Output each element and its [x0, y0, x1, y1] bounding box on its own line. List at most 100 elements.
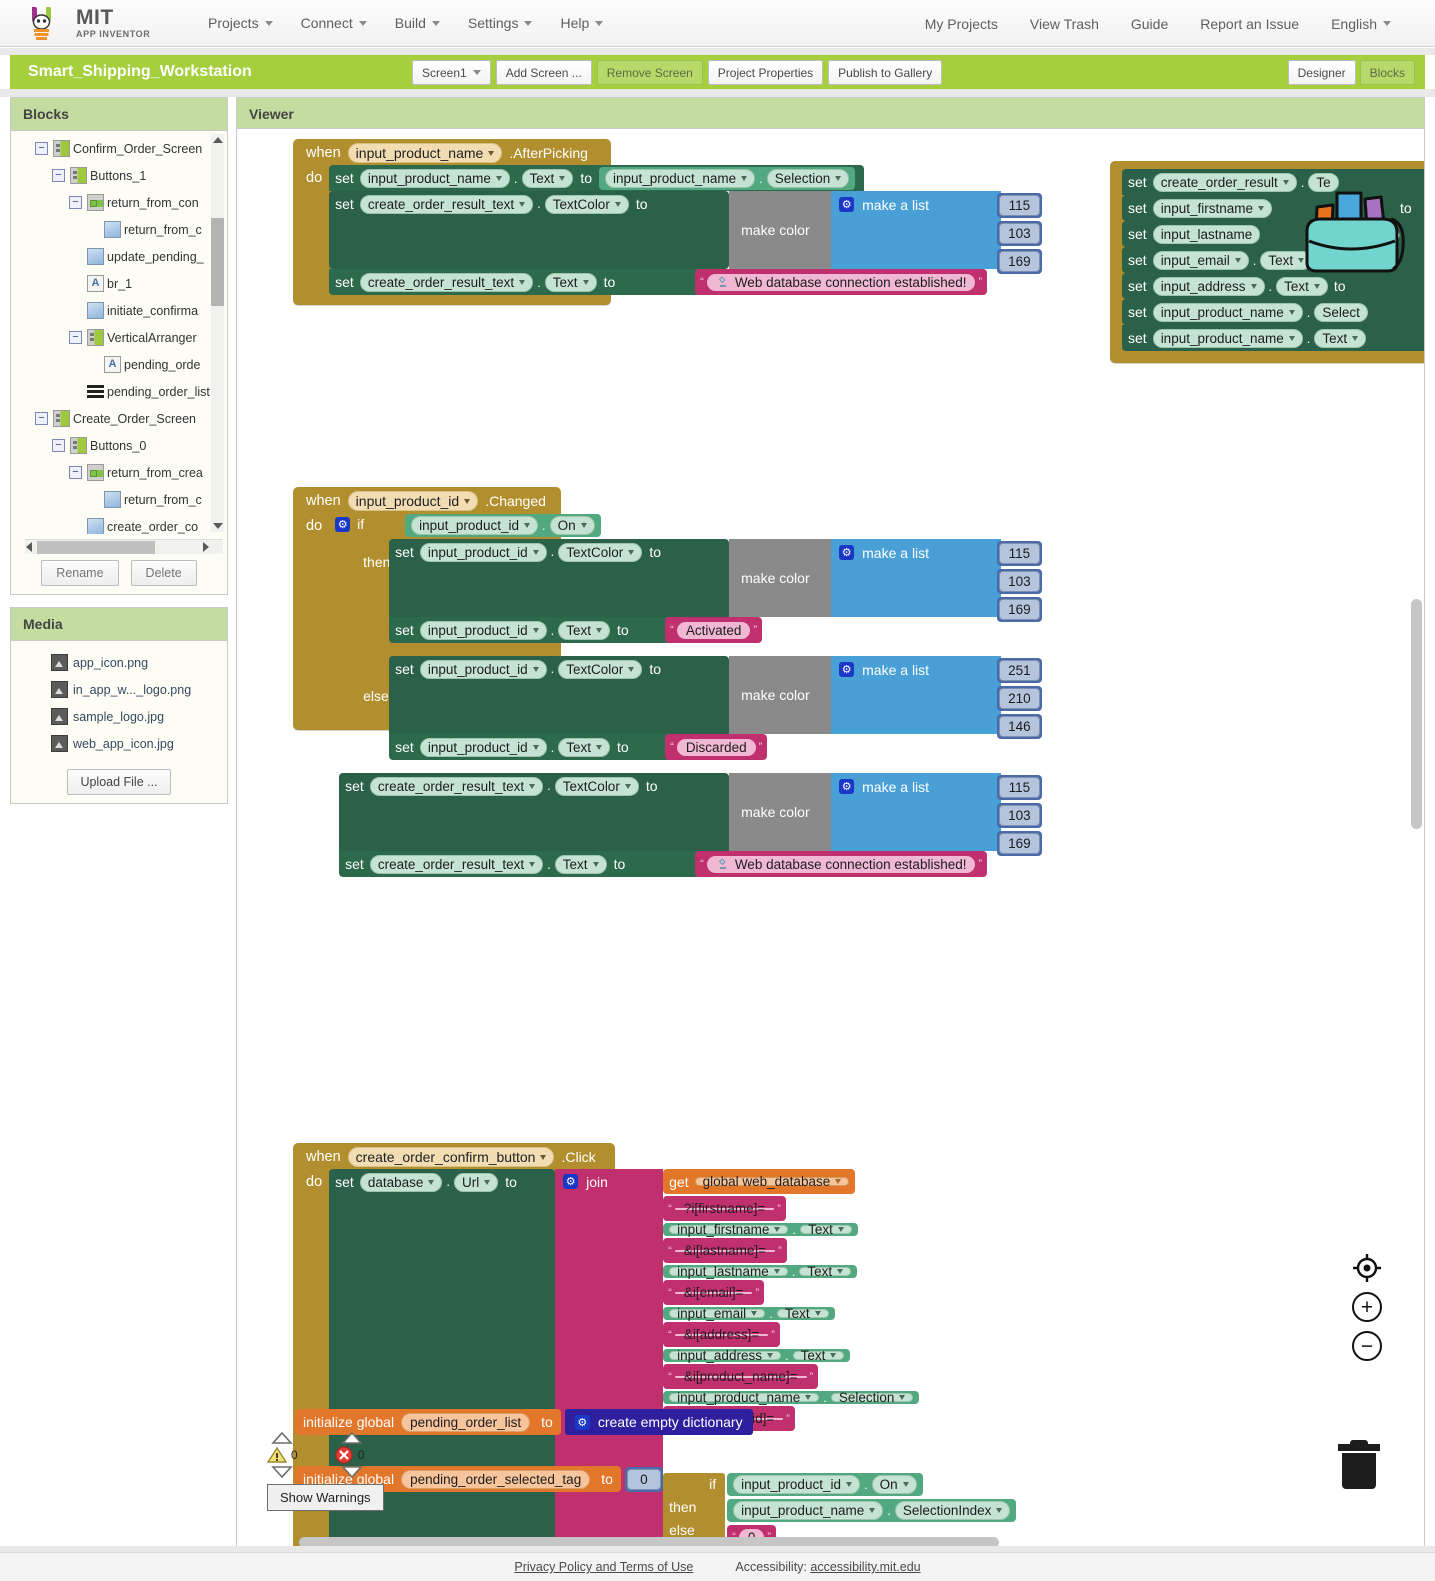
- tree-item[interactable]: Apending_orde: [11, 351, 227, 378]
- make-color-block[interactable]: make color: [729, 191, 832, 269]
- publish-to-gallery-button[interactable]: Publish to Gallery: [828, 60, 943, 85]
- get-global-block[interactable]: get global web_database: [663, 1169, 856, 1194]
- workspace-vertical-scrollbar[interactable]: [1411, 599, 1422, 829]
- getter-component[interactable]: input_address: [669, 1348, 781, 1362]
- join-block[interactable]: ⚙ join: [555, 1169, 664, 1551]
- add-screen-button[interactable]: Add Screen ...: [495, 60, 592, 85]
- mutator-gear-icon[interactable]: ⚙: [839, 197, 855, 212]
- make-a-list-block[interactable]: ⚙ make a list: [831, 773, 1002, 851]
- set-block-product-id-text-activated[interactable]: set input_product_id . Text to: [389, 617, 672, 643]
- string-value[interactable]: &i[address]=: [674, 1327, 769, 1341]
- set-block-input-product-name-text[interactable]: set input_product_name . Text to input_p…: [329, 165, 865, 191]
- tree-item[interactable]: − return_from_crea: [11, 459, 227, 486]
- string-value[interactable]: &i[lastname]=: [674, 1243, 775, 1257]
- number-block[interactable]: 169: [997, 249, 1042, 274]
- set-block-result-textcolor[interactable]: set create_order_result_text . TextColor…: [329, 191, 730, 269]
- b1r3-component[interactable]: create_order_result_text: [359, 272, 534, 292]
- rename-button[interactable]: Rename: [41, 560, 119, 586]
- accessibility-link[interactable]: accessibility.mit.edu: [810, 1560, 920, 1574]
- block3-component-dropdown[interactable]: create_order_confirm_button: [347, 1147, 555, 1167]
- block1-component-dropdown[interactable]: input_product_name: [347, 143, 503, 163]
- media-file-item[interactable]: in_app_w..._logo.png: [11, 676, 227, 703]
- mit-app-inventor-logo[interactable]: MIT APP INVENTOR: [22, 3, 172, 43]
- make-a-list-block[interactable]: ⚙ make a list: [831, 191, 1002, 269]
- menu-help[interactable]: Help: [546, 9, 617, 37]
- tree-item[interactable]: Abr_1: [11, 270, 227, 297]
- partial-row-input-address[interactable]: set input_address . Text to: [1122, 273, 1424, 299]
- string-value[interactable]: Web database connection established!: [706, 273, 976, 291]
- b2t2-component[interactable]: input_product_id: [419, 620, 547, 640]
- zoom-in-icon[interactable]: +: [1352, 1292, 1382, 1322]
- number-block[interactable]: 169: [997, 597, 1042, 622]
- text-string-block[interactable]: “&i[email]=”: [663, 1280, 765, 1305]
- media-file-item[interactable]: app_icon.png: [11, 649, 227, 676]
- set-block-product-id-textcolor-then[interactable]: set input_product_id . TextColor to: [389, 539, 730, 617]
- number-block[interactable]: 169: [997, 831, 1042, 856]
- b3-if-component[interactable]: input_product_id: [733, 1475, 860, 1494]
- tree-item[interactable]: − Confirm_Order_Screen: [11, 135, 227, 162]
- tree-item[interactable]: create_order_co: [11, 513, 227, 534]
- rp5-component[interactable]: input_product_name: [1152, 302, 1303, 322]
- link-report-an-issue[interactable]: Report an Issue: [1184, 10, 1315, 38]
- text-string-block-activated[interactable]: “ Activated ”: [665, 617, 763, 643]
- center-blocks-icon[interactable]: [1352, 1253, 1382, 1283]
- b1r1-value-property[interactable]: Selection: [766, 168, 850, 188]
- set-block-product-id-textcolor-else[interactable]: set input_product_id . TextColor to: [389, 656, 730, 734]
- chevron-up-icon[interactable]: [341, 1431, 363, 1445]
- tree-collapse-icon[interactable]: −: [69, 466, 82, 479]
- make-color-block[interactable]: make color: [729, 656, 832, 734]
- chevron-down-icon[interactable]: [271, 1465, 293, 1479]
- set-block-result-text[interactable]: set create_order_result_text . Text to: [329, 269, 702, 295]
- text-string-block[interactable]: “ Web database connection established! ”: [695, 269, 988, 295]
- remove-screen-button[interactable]: Remove Screen: [596, 60, 703, 85]
- getter-component[interactable]: input_firstname: [669, 1222, 789, 1236]
- tree-item[interactable]: initiate_confirma: [11, 297, 227, 324]
- tree-collapse-icon[interactable]: −: [52, 169, 65, 182]
- warning-down-arrows[interactable]: [271, 1465, 364, 1479]
- number-block[interactable]: 115: [997, 193, 1042, 218]
- media-file-item[interactable]: web_app_icon.jpg: [11, 730, 227, 757]
- getter-component[interactable]: input_lastname: [669, 1264, 788, 1278]
- chevron-down-icon[interactable]: [341, 1465, 363, 1479]
- component-getter-block[interactable]: input_lastname. Text: [663, 1264, 858, 1278]
- mutator-gear-icon[interactable]: ⚙: [563, 1174, 579, 1189]
- number-block[interactable]: 251: [997, 658, 1042, 683]
- number-block[interactable]: 103: [997, 569, 1042, 594]
- text-string-block[interactable]: “&i[product_name]=”: [663, 1364, 819, 1389]
- screen-selector[interactable]: Screen1: [412, 60, 491, 85]
- getter-component[interactable]: input_product_name: [669, 1390, 820, 1404]
- rp5-property[interactable]: Select: [1314, 302, 1368, 322]
- tree-horizontal-scrollbar[interactable]: [25, 539, 223, 554]
- component-tree[interactable]: − Confirm_Order_Screen − Buttons_1− return_f…: [11, 129, 227, 534]
- string-value[interactable]: &i[email]=: [674, 1285, 753, 1299]
- inline-if-block[interactable]: if then else: [663, 1473, 726, 1544]
- tree-collapse-icon[interactable]: −: [35, 412, 48, 425]
- mutator-gear-icon[interactable]: ⚙: [839, 779, 855, 794]
- tree-item[interactable]: update_pending_: [11, 243, 227, 270]
- b2e2-component[interactable]: input_product_id: [419, 737, 547, 757]
- blocks-toggle-button[interactable]: Blocks: [1359, 60, 1415, 85]
- tree-item[interactable]: − VerticalArranger: [11, 324, 227, 351]
- tree-item[interactable]: pending_order_list: [11, 378, 227, 405]
- b1r2-property[interactable]: TextColor: [544, 195, 629, 214]
- b2e1-property[interactable]: TextColor: [558, 660, 643, 679]
- b1r1-component[interactable]: input_product_name: [359, 168, 510, 188]
- tree-item[interactable]: − return_from_con: [11, 189, 227, 216]
- text-string-block[interactable]: “&i[lastname]=”: [663, 1238, 787, 1263]
- tree-item[interactable]: return_from_c: [11, 486, 227, 513]
- b1r1-value-component[interactable]: input_product_name: [605, 168, 756, 188]
- tree-vscroll-thumb[interactable]: [211, 218, 224, 306]
- b2x1-property[interactable]: TextColor: [554, 777, 639, 796]
- backpack-icon[interactable]: [1285, 171, 1415, 276]
- rp4-component[interactable]: input_address: [1152, 276, 1265, 296]
- partial-row-product-name-selection[interactable]: set input_product_name . Select: [1122, 299, 1424, 325]
- media-file-item[interactable]: sample_logo.jpg: [11, 703, 227, 730]
- inline-if-condition[interactable]: input_product_id . On: [727, 1473, 923, 1496]
- string-value[interactable]: Activated: [676, 621, 751, 639]
- b2-cond-component[interactable]: input_product_id: [411, 516, 538, 535]
- b1r1-property[interactable]: Text: [521, 168, 574, 188]
- global-variable-dropdown[interactable]: global web_database: [694, 1174, 850, 1188]
- getter-property[interactable]: Text: [799, 1264, 852, 1278]
- tree-item[interactable]: − Buttons_1: [11, 162, 227, 189]
- b2t2-property[interactable]: Text: [558, 620, 611, 640]
